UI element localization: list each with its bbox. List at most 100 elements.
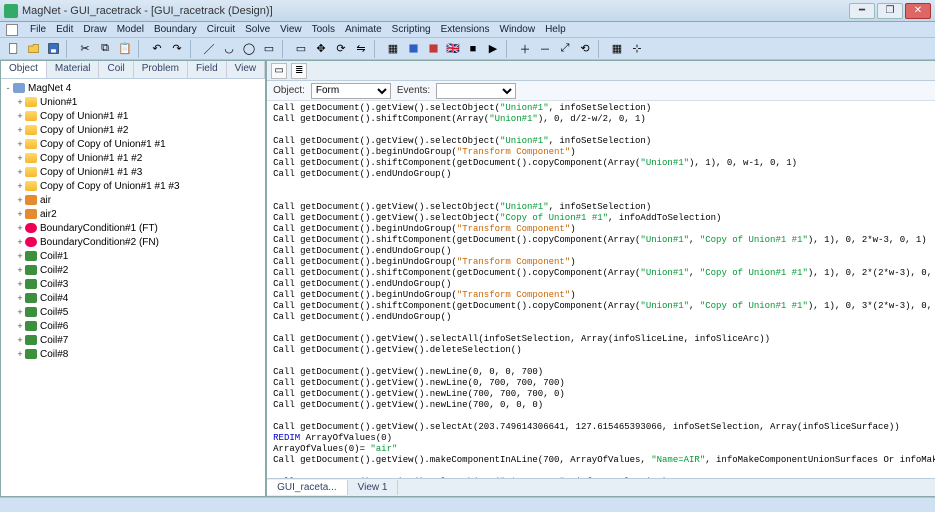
axis-icon[interactable]: ⊹ <box>628 40 646 58</box>
tree-item[interactable]: +Copy of Union#1 #2 <box>1 123 265 137</box>
tree-item[interactable]: +BoundaryCondition#2 (FN) <box>1 235 265 249</box>
tab-view[interactable]: View <box>227 61 266 78</box>
expand-icon[interactable]: + <box>15 125 25 135</box>
menu-extensions[interactable]: Extensions <box>441 24 490 35</box>
tab-material[interactable]: Material <box>47 61 100 78</box>
refresh-icon[interactable]: ⟲ <box>576 40 594 58</box>
expand-icon[interactable]: + <box>15 209 25 219</box>
tab-object[interactable]: Object <box>1 61 47 78</box>
expand-icon[interactable]: + <box>15 153 25 163</box>
undo-icon[interactable]: ↶ <box>148 40 166 58</box>
expand-icon[interactable]: + <box>15 293 25 303</box>
menu-circuit[interactable]: Circuit <box>207 24 235 35</box>
menu-solve[interactable]: Solve <box>245 24 270 35</box>
tree-item[interactable]: +Coil#3 <box>1 277 265 291</box>
menu-tools[interactable]: Tools <box>312 24 335 35</box>
rotate-icon[interactable]: ⟳ <box>332 40 350 58</box>
expand-icon[interactable]: + <box>15 139 25 149</box>
tree-item[interactable]: +air <box>1 193 265 207</box>
tab-coil[interactable]: Coil <box>99 61 133 78</box>
circle-tool-icon[interactable]: ◯ <box>240 40 258 58</box>
solve-red-icon[interactable] <box>424 40 442 58</box>
expand-icon[interactable]: + <box>15 265 25 275</box>
minimize-button[interactable]: ━ <box>849 3 875 19</box>
select-icon[interactable]: ▭ <box>292 40 310 58</box>
close-button[interactable]: ✕ <box>905 3 931 19</box>
menu-animate[interactable]: Animate <box>345 24 382 35</box>
menu-view[interactable]: View <box>280 24 302 35</box>
expand-icon[interactable]: + <box>15 97 25 107</box>
flag-uk-icon[interactable]: 🇬🇧 <box>444 40 462 58</box>
open-icon[interactable] <box>24 40 42 58</box>
expand-icon[interactable]: + <box>15 111 25 121</box>
zoom-out-icon[interactable]: － <box>536 40 554 58</box>
doc-tab-script[interactable]: GUI_raceta... <box>267 480 347 495</box>
arc-tool-icon[interactable]: ◡ <box>220 40 238 58</box>
code-view-icon[interactable]: ≣ <box>291 63 307 79</box>
expand-icon[interactable]: + <box>15 181 25 191</box>
tree-item[interactable]: +Coil#5 <box>1 305 265 319</box>
zoom-in-icon[interactable]: ＋ <box>516 40 534 58</box>
tree-item[interactable]: +Copy of Copy of Union#1 #1 <box>1 137 265 151</box>
expand-icon[interactable]: - <box>3 83 13 93</box>
tree-item[interactable]: +Copy of Union#1 #1 <box>1 109 265 123</box>
mesh-icon[interactable]: ▦ <box>384 40 402 58</box>
object-tree[interactable]: -MagNet 4+Union#1+Copy of Union#1 #1+Cop… <box>1 79 265 496</box>
form-view-icon[interactable]: ▭ <box>271 63 287 79</box>
rect-tool-icon[interactable]: ▭ <box>260 40 278 58</box>
tree-item[interactable]: +air2 <box>1 207 265 221</box>
tree-item[interactable]: +Copy of Union#1 #1 #2 <box>1 151 265 165</box>
menu-draw[interactable]: Draw <box>83 24 106 35</box>
menu-boundary[interactable]: Boundary <box>154 24 197 35</box>
copy-icon[interactable]: ⧉ <box>96 40 114 58</box>
grid-icon[interactable]: ▦ <box>608 40 626 58</box>
tab-problem[interactable]: Problem <box>134 61 188 78</box>
paste-icon[interactable]: 📋 <box>116 40 134 58</box>
tree-item[interactable]: -MagNet 4 <box>1 81 265 95</box>
expand-icon[interactable]: + <box>15 335 25 345</box>
stop-icon[interactable]: ■ <box>464 40 482 58</box>
expand-icon[interactable]: + <box>15 321 25 331</box>
menu-help[interactable]: Help <box>545 24 566 35</box>
code-area[interactable]: Call getDocument().getView().selectObjec… <box>267 101 935 478</box>
line-tool-icon[interactable]: ／ <box>200 40 218 58</box>
new-icon[interactable] <box>4 40 22 58</box>
expand-icon[interactable]: + <box>15 195 25 205</box>
code-content[interactable]: Call getDocument().getView().selectObjec… <box>267 101 935 478</box>
expand-icon[interactable]: + <box>15 237 25 247</box>
tree-item[interactable]: +Coil#2 <box>1 263 265 277</box>
tree-item[interactable]: +Coil#1 <box>1 249 265 263</box>
tree-item[interactable]: +Copy of Copy of Union#1 #1 #3 <box>1 179 265 193</box>
tree-item[interactable]: +Coil#8 <box>1 347 265 361</box>
maximize-button[interactable]: ❐ <box>877 3 903 19</box>
play-icon[interactable]: ▶ <box>484 40 502 58</box>
expand-icon[interactable]: + <box>15 307 25 317</box>
events-select[interactable] <box>436 83 516 99</box>
doc-tab-view1[interactable]: View 1 <box>348 480 399 495</box>
expand-icon[interactable]: + <box>15 349 25 359</box>
menu-model[interactable]: Model <box>117 24 144 35</box>
mirror-icon[interactable]: ⇋ <box>352 40 370 58</box>
move-icon[interactable]: ✥ <box>312 40 330 58</box>
expand-icon[interactable]: + <box>15 251 25 261</box>
menu-window[interactable]: Window <box>500 24 536 35</box>
tree-item[interactable]: +Coil#6 <box>1 319 265 333</box>
expand-icon[interactable]: + <box>15 167 25 177</box>
cut-icon[interactable]: ✂ <box>76 40 94 58</box>
menu-file[interactable]: File <box>30 24 46 35</box>
save-icon[interactable] <box>44 40 62 58</box>
expand-icon[interactable]: + <box>15 279 25 289</box>
menu-edit[interactable]: Edit <box>56 24 73 35</box>
redo-icon[interactable]: ↷ <box>168 40 186 58</box>
tree-item[interactable]: +BoundaryCondition#1 (FT) <box>1 221 265 235</box>
tree-item[interactable]: +Coil#4 <box>1 291 265 305</box>
tree-item[interactable]: +Union#1 <box>1 95 265 109</box>
solve-blue-icon[interactable] <box>404 40 422 58</box>
expand-icon[interactable]: + <box>15 223 25 233</box>
tab-field[interactable]: Field <box>188 61 227 78</box>
tree-item[interactable]: +Copy of Union#1 #1 #3 <box>1 165 265 179</box>
tree-item[interactable]: +Coil#7 <box>1 333 265 347</box>
menu-scripting[interactable]: Scripting <box>392 24 431 35</box>
zoom-fit-icon[interactable]: ⤢ <box>556 40 574 58</box>
object-select[interactable]: Form <box>311 83 391 99</box>
